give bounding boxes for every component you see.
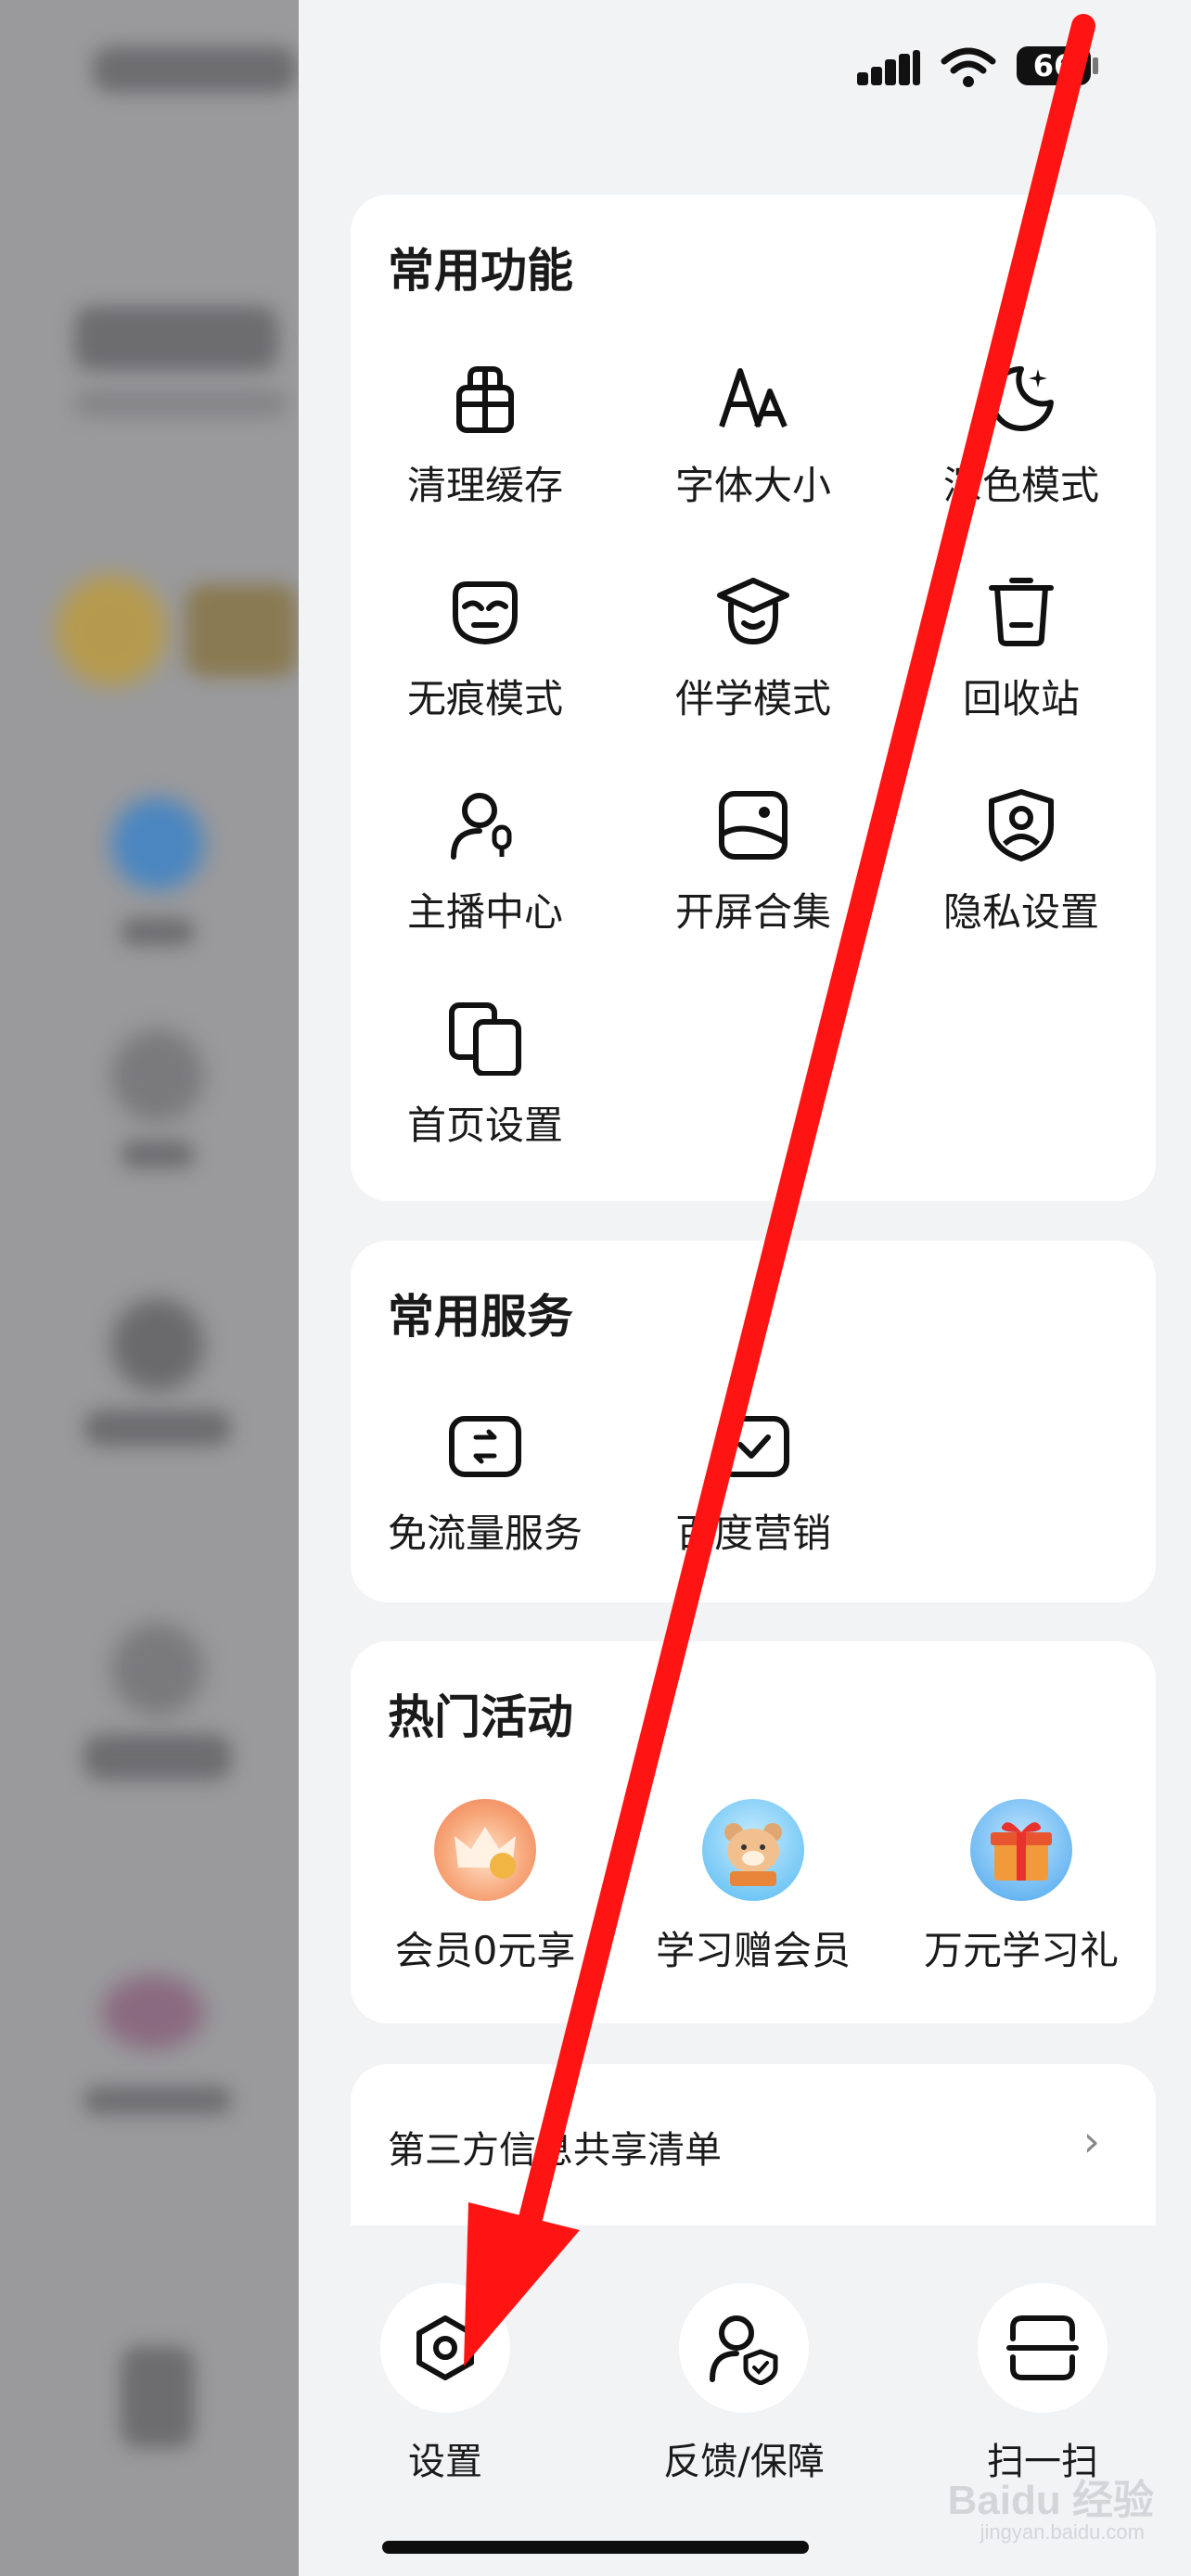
- blurred-icon: [102, 1975, 204, 2049]
- watermark-logo: Baidu 经验: [947, 2478, 1154, 2523]
- status-bar: 66: [634, 37, 1191, 102]
- blurred-icon: [111, 1623, 204, 1715]
- blurred-title: [93, 46, 297, 93]
- common-functions-title: 常用功能: [388, 244, 573, 298]
- watermark-url: jingyan.baidu.com: [980, 2520, 1145, 2544]
- font-size-label: 字体大小: [674, 463, 831, 508]
- vip-free-label: 会员0元享: [394, 1928, 576, 1973]
- shield-user-icon: [989, 789, 1054, 861]
- scan-icon: [1006, 2315, 1079, 2380]
- feedback-icon: [710, 2315, 778, 2385]
- image-icon: [719, 791, 788, 860]
- splash-collection-item[interactable]: 开屏合集: [619, 788, 888, 955]
- incognito-mode-label: 无痕模式: [406, 676, 563, 721]
- blurred-label: [83, 1409, 232, 1447]
- baidu-marketing-label: 百度营销: [674, 1511, 831, 1556]
- battery-icon: 66: [1017, 46, 1091, 85]
- scan-button[interactable]: 扫一扫: [931, 2283, 1154, 2487]
- blurred-icon: [111, 1029, 204, 1122]
- vip-free-item[interactable]: 会员0元享: [351, 1799, 620, 1984]
- privacy-settings-label: 隐私设置: [942, 889, 1099, 935]
- baidu-marketing-item[interactable]: 百度营销: [619, 1409, 888, 1576]
- home-settings-item[interactable]: 首页设置: [351, 1001, 620, 1168]
- blurred-label: [121, 1141, 195, 1168]
- mask-icon: [453, 581, 518, 645]
- wifi-icon: [941, 47, 996, 87]
- study-mode-label: 伴学模式: [674, 676, 831, 721]
- dark-mode-item[interactable]: 深色模式: [887, 362, 1156, 529]
- third-party-info-label: 第三方信息共享清单: [388, 2129, 722, 2172]
- recycle-bin-item[interactable]: 回收站: [887, 575, 1156, 742]
- ten-thousand-study-gift-item[interactable]: 万元学习礼: [887, 1799, 1156, 1984]
- streamer-center-item[interactable]: 主播中心: [351, 788, 620, 955]
- feedback-button[interactable]: 反馈/保障: [633, 2283, 855, 2487]
- marketing-icon: [717, 1416, 789, 1477]
- blurred-label: [121, 918, 195, 946]
- trash-icon: [989, 578, 1054, 646]
- home-settings-label: 首页设置: [406, 1103, 563, 1148]
- font-size-item[interactable]: 字体大小: [619, 362, 888, 529]
- splash-collection-label: 开屏合集: [674, 889, 831, 935]
- incognito-mode-item[interactable]: 无痕模式: [351, 575, 620, 742]
- blurred-label: [83, 1734, 232, 1780]
- blurred-banner: [186, 584, 297, 677]
- clear-cache-label: 清理缓存: [406, 463, 563, 508]
- recycle-bin-label: 回收站: [962, 676, 1080, 721]
- common-services-card: 常用服务 免流量服务 百度营销: [351, 1241, 1156, 1602]
- clear-cache-item[interactable]: 清理缓存: [351, 362, 620, 529]
- data-free-icon: [449, 1416, 521, 1477]
- blurred-avatar: [56, 575, 167, 686]
- blurred-icon: [111, 1298, 204, 1391]
- home-indicator: [382, 2541, 809, 2554]
- ten-thousand-study-gift-label: 万元学习礼: [923, 1928, 1119, 1973]
- blurred-heading: [74, 306, 278, 371]
- settings-icon: [416, 2315, 474, 2380]
- settings-circle: [380, 2283, 510, 2413]
- hot-activities-card: 热门活动 会员0元享 学习赠会员 万元学习礼: [351, 1641, 1156, 2023]
- blurred-label: [83, 2086, 232, 2114]
- study-gift-vip-item[interactable]: 学习赠会员: [619, 1799, 888, 1984]
- blurred-icon: [111, 797, 204, 890]
- side-drawer: 66 常用功能 清理缓存 字体大小 深色模式 无痕模式 伴学模式 回收站 主播中…: [299, 0, 1191, 2576]
- privacy-settings-item[interactable]: 隐私设置: [887, 788, 1156, 955]
- background-page: [0, 0, 299, 2576]
- blurred-icon: [121, 2346, 195, 2448]
- feedback-circle: [679, 2283, 809, 2413]
- dark-mode-label: 深色模式: [942, 463, 1099, 508]
- common-services-title: 常用服务: [388, 1290, 573, 1344]
- home-settings-icon: [449, 1002, 521, 1076]
- settings-label: 设置: [408, 2441, 482, 2483]
- crown-gift-icon: [434, 1799, 536, 1901]
- bear-icon: [702, 1799, 804, 1901]
- feedback-label: 反馈/保障: [663, 2441, 825, 2483]
- third-party-info-row[interactable]: 第三方信息共享清单 ›: [351, 2064, 1156, 2225]
- cellular-signal-icon: [857, 50, 922, 87]
- scan-circle: [978, 2283, 1108, 2413]
- streamer-center-label: 主播中心: [406, 889, 563, 935]
- data-free-service-label: 免流量服务: [387, 1511, 583, 1556]
- graduation-cap-icon: [717, 578, 789, 645]
- font-size-icon: [719, 368, 788, 428]
- hot-activities-title: 热门活动: [388, 1690, 573, 1744]
- battery-level: 66: [1032, 48, 1075, 83]
- study-mode-item[interactable]: 伴学模式: [619, 575, 888, 742]
- streamer-icon: [451, 793, 512, 860]
- moon-icon: [989, 366, 1054, 431]
- study-gift-vip-label: 学习赠会员: [655, 1928, 851, 1973]
- gift-box-icon: [970, 1799, 1072, 1901]
- chevron-right-icon: ›: [1082, 2116, 1100, 2166]
- blurred-subtitle: [74, 389, 288, 417]
- settings-button[interactable]: 设置: [334, 2283, 557, 2487]
- broom-icon: [456, 366, 514, 433]
- data-free-service-item[interactable]: 免流量服务: [351, 1409, 620, 1576]
- battery-tip: [1093, 57, 1098, 74]
- common-functions-card: 常用功能 清理缓存 字体大小 深色模式 无痕模式 伴学模式 回收站 主播中心 开…: [351, 195, 1156, 1201]
